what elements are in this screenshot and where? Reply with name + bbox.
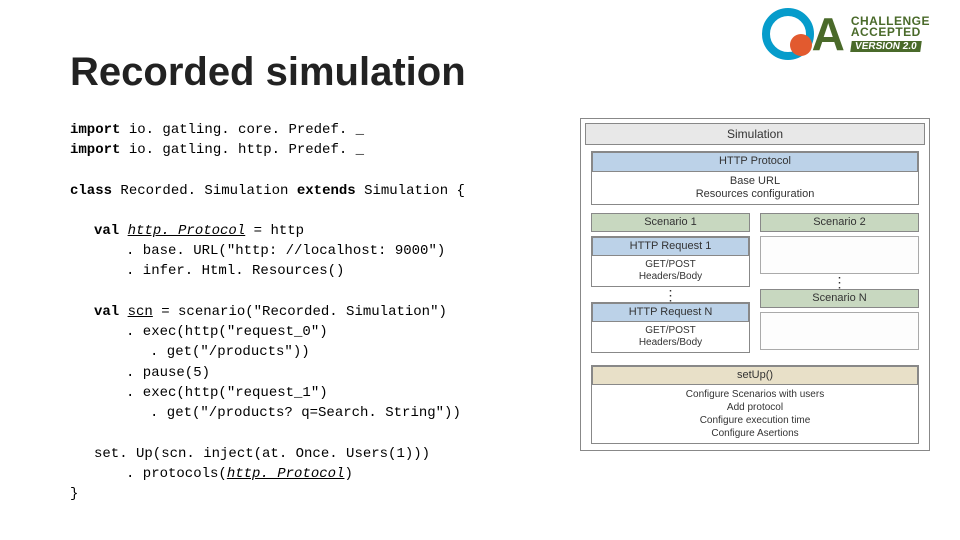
ellipsis-icon: ⋮ — [760, 278, 919, 286]
logo-letter: A — [812, 16, 845, 53]
ellipsis-icon: ⋮ — [591, 291, 750, 299]
architecture-diagram: Simulation HTTP Protocol Base URL Resour… — [580, 118, 930, 451]
diagram-placeholder — [760, 236, 919, 274]
code-text: = http — [245, 223, 304, 239]
code-text: = scenario("Recorded. Simulation") — [153, 304, 447, 320]
diagram-protocol-body: Base URL Resources configuration — [592, 172, 918, 204]
code-line: . infer. Html. Resources() — [70, 261, 570, 281]
diagram-scenario-1-header: Scenario 1 — [591, 213, 750, 232]
diagram-http-protocol: HTTP Protocol Base URL Resources configu… — [591, 151, 919, 205]
slide-title: Recorded simulation — [70, 50, 466, 95]
diagram-placeholder — [760, 312, 919, 350]
code-ident: scn — [128, 304, 153, 320]
kw-class: class — [70, 183, 120, 199]
kw-import: import — [70, 122, 120, 138]
code-line: set. Up(scn. inject(at. Once. Users(1))) — [70, 444, 570, 464]
code-ident: http. Protocol — [227, 466, 345, 482]
logo-circle-icon — [762, 8, 814, 60]
code-text: . protocols( — [126, 466, 227, 482]
logo-text: CHALLENGE ACCEPTED VERSION 2.0 — [851, 16, 930, 52]
diagram-scenario-2-header: Scenario 2 — [760, 213, 919, 232]
brand-logo: A CHALLENGE ACCEPTED VERSION 2.0 — [762, 8, 930, 60]
code-line: . exec(http("request_0") — [70, 322, 570, 342]
code-line: . base. URL("http: //localhost: 9000") — [70, 241, 570, 261]
code-block: import io. gatling. core. Predef. _ impo… — [70, 120, 570, 504]
code-text: Simulation { — [364, 183, 465, 199]
code-line: . pause(5) — [70, 363, 570, 383]
code-text: io. gatling. core. Predef. _ — [120, 122, 364, 138]
diagram-request-1-header: HTTP Request 1 — [592, 237, 749, 256]
code-line: . get("/products")) — [70, 342, 570, 362]
logo-version-badge: VERSION 2.0 — [850, 41, 921, 52]
diagram-setup-header: setUp() — [592, 366, 918, 385]
kw-import: import — [70, 142, 120, 158]
code-text: io. gatling. http. Predef. _ — [120, 142, 364, 158]
code-line: } — [70, 484, 570, 504]
code-text: Recorded. Simulation — [120, 183, 296, 199]
diagram-request-n: HTTP Request N GET/POST Headers/Body — [591, 302, 750, 353]
diagram-setup: setUp() Configure Scenarios with users A… — [591, 365, 919, 444]
diagram-simulation-header: Simulation — [585, 123, 925, 145]
diagram-request-1-body: GET/POST Headers/Body — [592, 256, 749, 286]
code-text: ) — [344, 466, 352, 482]
kw-val: val — [94, 304, 128, 320]
code-ident: http. Protocol — [128, 223, 246, 239]
diagram-setup-body: Configure Scenarios with users Add proto… — [592, 385, 918, 443]
diagram-protocol-header: HTTP Protocol — [592, 152, 918, 171]
diagram-request-1: HTTP Request 1 GET/POST Headers/Body — [591, 236, 750, 287]
logo-line2: ACCEPTED — [851, 27, 930, 38]
diagram-request-n-body: GET/POST Headers/Body — [592, 322, 749, 352]
code-line: . exec(http("request_1") — [70, 383, 570, 403]
diagram-request-n-header: HTTP Request N — [592, 303, 749, 322]
kw-extends: extends — [297, 183, 364, 199]
kw-val: val — [94, 223, 128, 239]
diagram-scenario-n-header: Scenario N — [760, 289, 919, 308]
diagram-scenario-1-col: Scenario 1 HTTP Request 1 GET/POST Heade… — [591, 213, 750, 357]
code-line: . get("/products? q=Search. String")) — [70, 403, 570, 423]
diagram-scenario-2-col: Scenario 2 ⋮ Scenario N — [760, 213, 919, 357]
